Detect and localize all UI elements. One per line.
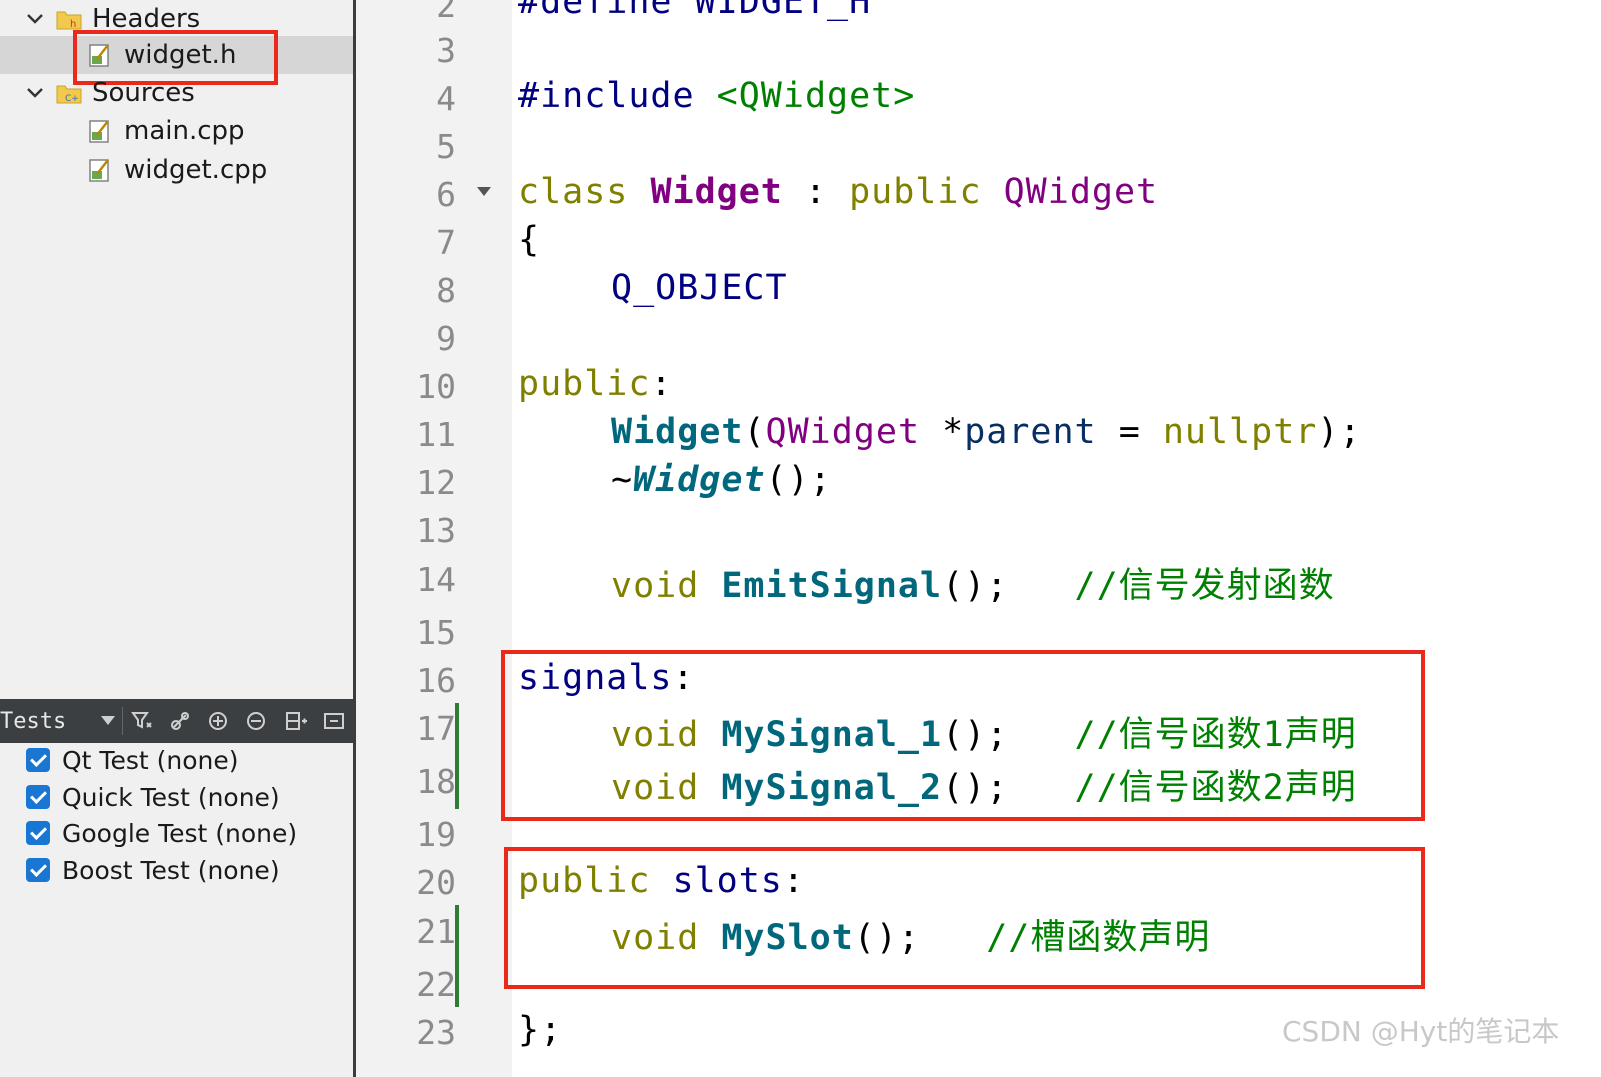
code-line-23: };	[518, 1010, 563, 1050]
highlight-box-slots	[504, 847, 1425, 989]
dropdown-arrow-icon[interactable]	[100, 715, 116, 727]
source-file-icon	[89, 120, 109, 143]
test-item-label: Qt Test (none)	[62, 745, 239, 775]
change-marker	[455, 703, 459, 809]
code-line-10: public:	[518, 364, 673, 404]
source-folder-icon: C+	[56, 85, 82, 104]
sources-label: Sources	[92, 78, 195, 108]
keyword-token: class	[518, 172, 651, 212]
type-token: QWidget	[1003, 172, 1159, 212]
test-item-label: Google Test (none)	[62, 818, 298, 848]
checkbox-checked[interactable]	[26, 785, 50, 809]
line-number: 19	[416, 815, 456, 854]
source-file-label: main.cpp	[124, 116, 245, 146]
code-line-7: {	[518, 220, 541, 260]
keyword-token: nullptr	[1162, 412, 1318, 452]
line-number: 16	[416, 661, 456, 700]
tree-folder-sources[interactable]: C+ Sources	[24, 74, 195, 112]
tests-panel-header: Tests	[0, 699, 354, 743]
line-number: 5	[436, 127, 456, 166]
line-number: 14	[416, 560, 456, 599]
keyword-token: public	[518, 364, 651, 404]
line-number: 12	[416, 463, 456, 502]
punctuation-token: *	[920, 412, 965, 452]
class-name-token: Widget	[650, 172, 783, 212]
header-folder-icon: h	[56, 11, 82, 30]
punctuation-token: ~	[611, 460, 634, 500]
include-path-token: <QWidget>	[716, 76, 916, 116]
filter-icon[interactable]	[130, 709, 154, 733]
close-pane-icon[interactable]	[322, 709, 346, 733]
test-item-boost[interactable]: Boost Test (none)	[26, 853, 280, 887]
line-number: 10	[416, 367, 456, 406]
checkbox-checked[interactable]	[26, 821, 50, 845]
watermark: CSDN @Hyt的笔记本	[1282, 1015, 1560, 1048]
tree-file-widget-cpp[interactable]: widget.cpp	[88, 151, 267, 189]
code-line-4: #include <QWidget>	[518, 76, 915, 116]
punctuation-token: (	[743, 412, 766, 452]
line-number: 2	[436, 0, 456, 25]
test-item-qt[interactable]: Qt Test (none)	[26, 743, 238, 777]
punctuation-token: ();	[765, 460, 832, 500]
function-token: Widget	[611, 412, 744, 452]
function-token: Widget	[633, 460, 766, 500]
line-number: 21	[416, 912, 456, 951]
line-number: 8	[436, 271, 456, 310]
line-number: 22	[416, 965, 456, 1004]
fold-arrow-icon[interactable]	[476, 186, 492, 198]
operator-token: =	[1096, 412, 1163, 452]
sync-icon[interactable]	[168, 709, 192, 733]
code-line-8: Q_OBJECT	[611, 268, 788, 308]
split-icon[interactable]	[284, 709, 308, 733]
expand-all-icon[interactable]	[206, 709, 230, 733]
keyword-token: public	[849, 172, 1004, 212]
checkbox-checked[interactable]	[26, 748, 50, 772]
preprocessor-token: #include	[518, 76, 717, 116]
highlight-box-signals	[501, 650, 1425, 821]
tests-panel-title: Tests	[0, 708, 67, 734]
punctuation-token: ();	[942, 566, 1075, 606]
chevron-down-icon[interactable]	[24, 82, 46, 104]
line-number: 13	[416, 511, 456, 550]
test-item-label: Boost Test (none)	[62, 855, 280, 885]
type-token: QWidget	[765, 412, 921, 452]
line-number: 9	[436, 319, 456, 358]
punctuation-token: :	[782, 172, 850, 212]
line-number: 11	[416, 415, 456, 454]
line-number: 18	[416, 762, 456, 801]
code-line-2: #define WIDGET_H	[518, 0, 872, 22]
line-number: 23	[416, 1013, 456, 1052]
code-line-11: Widget(QWidget *parent = nullptr);	[611, 412, 1362, 452]
tree-file-main-cpp[interactable]: main.cpp	[88, 112, 245, 150]
test-item-google[interactable]: Google Test (none)	[26, 816, 297, 850]
source-file-label: widget.cpp	[124, 155, 268, 185]
punctuation-token: );	[1317, 412, 1362, 452]
keyword-token: void	[611, 566, 722, 606]
function-token: EmitSignal	[721, 566, 943, 606]
change-marker	[455, 905, 459, 1007]
code-line-14: void EmitSignal(); //信号发射函数	[611, 557, 1335, 608]
toolbar-separator	[122, 707, 123, 735]
source-file-icon	[89, 159, 109, 182]
line-number: 6	[436, 175, 456, 214]
punctuation-token: :	[650, 364, 673, 404]
chevron-down-icon[interactable]	[24, 8, 46, 30]
comment-token: //信号发射函数	[1074, 566, 1335, 606]
test-item-label: Quick Test (none)	[62, 782, 280, 812]
code-line-12: ~Widget();	[611, 460, 832, 500]
line-number: 17	[416, 709, 456, 748]
checkbox-checked[interactable]	[26, 858, 50, 882]
collapse-all-icon[interactable]	[244, 709, 268, 733]
code-line-6: class Widget : public QWidget	[518, 172, 1158, 212]
project-panel: h Headers widget.h C+ Sources main.cpp w…	[0, 0, 356, 1077]
svg-text:h: h	[70, 19, 76, 30]
line-number: 15	[416, 613, 456, 652]
svg-text:C+: C+	[65, 94, 79, 104]
line-number: 4	[436, 79, 456, 118]
test-item-quick[interactable]: Quick Test (none)	[26, 780, 280, 814]
line-number: 7	[436, 223, 456, 262]
line-number: 20	[416, 863, 456, 902]
parameter-token: parent	[964, 412, 1097, 452]
line-number: 3	[436, 31, 456, 70]
